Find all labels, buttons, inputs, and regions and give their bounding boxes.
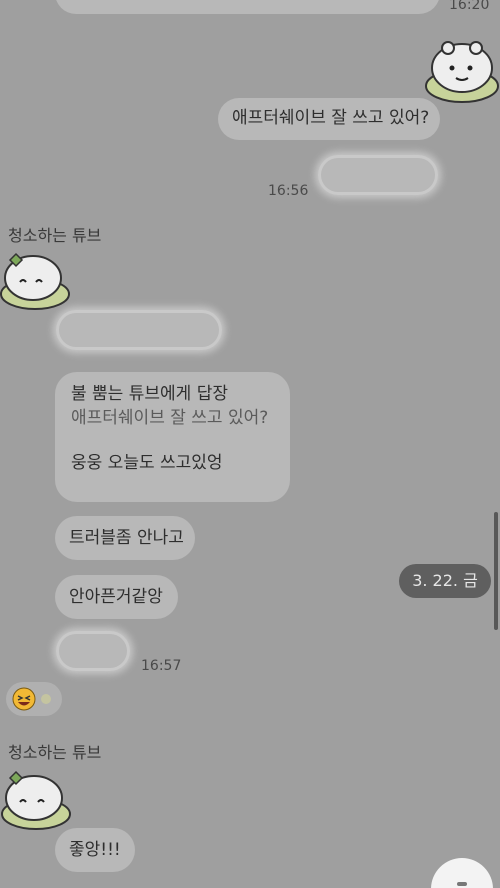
tube-avatar-icon (0, 252, 70, 310)
received-message-no-pain[interactable]: 안아픈거같앙 (55, 575, 178, 619)
emoji-reaction[interactable] (6, 682, 62, 716)
sent-message-question[interactable]: 애프터쉐이브 잘 쓰고 있어? (218, 98, 440, 140)
message-bubble-top-partial[interactable] (55, 0, 440, 14)
tube-avatar-icon (1, 770, 71, 830)
blurred-received-message[interactable] (56, 310, 222, 350)
chat-screen: 16:20 애프터쉐이브 잘 쓰고 있어? 16:56 청소하는 튜브 불 뿜는… (0, 0, 500, 888)
scroll-down-button[interactable] (431, 858, 493, 888)
received-message-good[interactable]: 좋앙!!! (55, 828, 135, 872)
scrollbar-thumb[interactable] (494, 512, 498, 630)
chevron-down-icon (457, 882, 467, 886)
sender-avatar-2[interactable] (0, 766, 72, 832)
message-time-1657: 16:57 (141, 658, 182, 674)
reply-answer: 웅웅 오늘도 쓰고있엉 (71, 452, 223, 473)
sender-avatar-1[interactable] (0, 248, 70, 312)
tube-character-icon (425, 41, 499, 103)
reply-title: 불 뿜는 튜브에게 답장 (71, 384, 228, 404)
message-time-1656: 16:56 (268, 183, 309, 199)
blurred-sent-message[interactable] (318, 155, 438, 195)
laughing-emoji-icon (12, 687, 51, 711)
sender-name-2: 청소하는 튜브 (8, 743, 102, 762)
date-indicator: 3. 22. 금 (399, 564, 491, 598)
reply-quote: 애프터쉐이브 잘 쓰고 있어? (71, 408, 269, 429)
received-message-trouble[interactable]: 트러블좀 안나고 (55, 516, 195, 560)
blurred-received-small[interactable] (56, 631, 130, 671)
sender-name-1: 청소하는 튜브 (8, 226, 102, 245)
message-time-1620: 16:20 (449, 0, 490, 13)
tube-sticker-top-right[interactable] (424, 38, 500, 104)
reply-message-bubble[interactable]: 불 뿜는 튜브에게 답장 애프터쉐이브 잘 쓰고 있어? 웅웅 오늘도 쓰고있엉 (55, 372, 290, 502)
